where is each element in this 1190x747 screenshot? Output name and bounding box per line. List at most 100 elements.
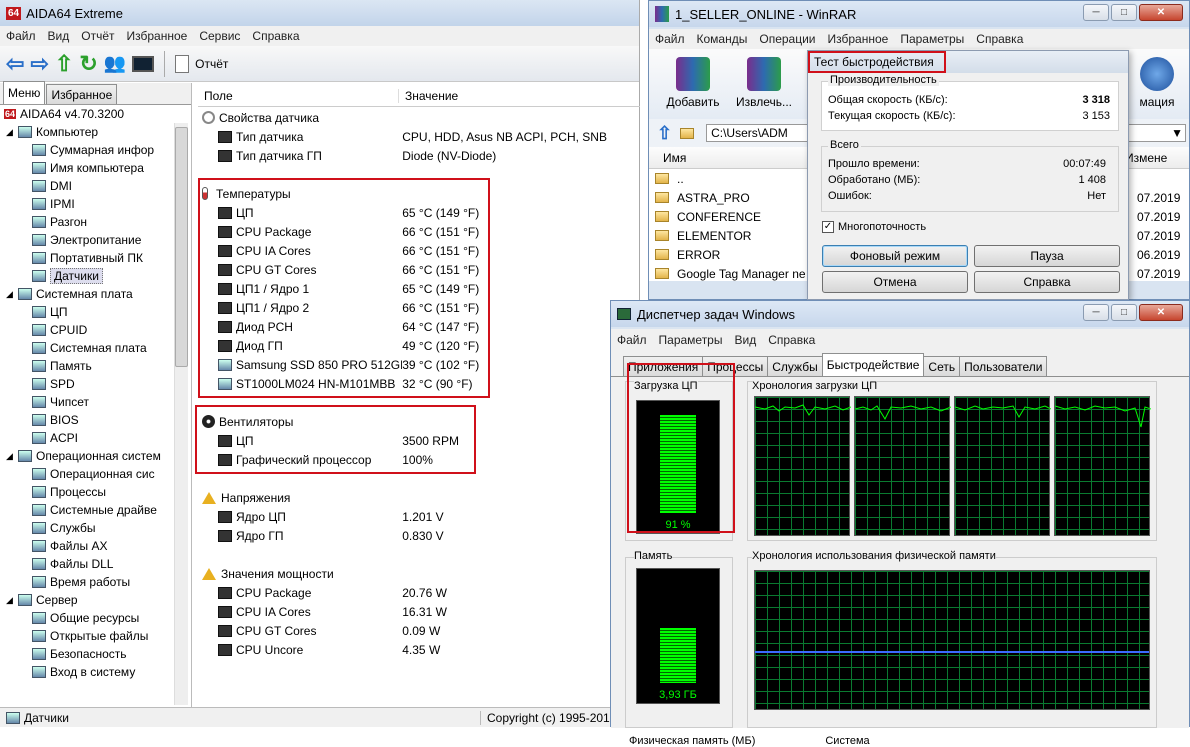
monitor-icon[interactable]	[132, 55, 155, 72]
tree-node[interactable]: ACPI	[0, 429, 172, 447]
tab-favorites[interactable]: Избранное	[46, 84, 118, 104]
menu-item-3[interactable]: Избранное	[127, 29, 188, 43]
report-button[interactable]: Отчёт	[195, 57, 228, 71]
maximize-button[interactable]: □	[1111, 4, 1137, 21]
tree-node[interactable]: Портативный ПК	[0, 249, 172, 267]
menu-item-0[interactable]: Файл	[6, 29, 36, 43]
collapse-icon[interactable]: ◢	[6, 127, 14, 138]
checkbox-checked-icon[interactable]: ✓	[822, 221, 834, 233]
report-icon[interactable]	[175, 54, 190, 73]
header-field[interactable]: Поле	[198, 89, 398, 103]
tm-tab-2[interactable]: Службы	[767, 356, 823, 376]
tree-node[interactable]: Чипсет	[0, 393, 172, 411]
scroll-thumb[interactable]	[175, 127, 188, 367]
refresh-icon[interactable]: ↻	[79, 51, 97, 77]
tm-tab-4[interactable]: Сеть	[923, 356, 961, 376]
tree-node[interactable]: Суммарная инфор	[0, 141, 172, 159]
section-header[interactable]: Свойства датчика	[202, 108, 640, 127]
tree-node[interactable]: Имя компьютера	[0, 159, 172, 177]
section-header[interactable]: Значения мощности	[202, 564, 640, 583]
tree-node[interactable]: DMI	[0, 177, 172, 195]
minimize-button[interactable]: ─	[1083, 4, 1109, 21]
tm-tab-5[interactable]: Пользователи	[959, 356, 1048, 376]
sensor-row[interactable]: CPU GT Cores 0.09 W	[202, 621, 640, 640]
tm-minimize-button[interactable]: ─	[1083, 304, 1109, 321]
menu-item-0[interactable]: Файл	[617, 333, 647, 347]
tree-node[interactable]: Файлы DLL	[0, 555, 172, 573]
sensor-row[interactable]: Ядро ГП 0.830 V	[202, 526, 640, 545]
menu-item-2[interactable]: Операции	[759, 32, 815, 46]
tree-node[interactable]: Электропитание	[0, 231, 172, 249]
tree-node[interactable]: Датчики	[0, 267, 172, 285]
collapse-icon[interactable]: ◢	[6, 289, 14, 300]
tree-node[interactable]: Процессы	[0, 483, 172, 501]
tree-node[interactable]: Общие ресурсы	[0, 609, 172, 627]
tree-node[interactable]: IPMI	[0, 195, 172, 213]
tm-close-button[interactable]: ✕	[1139, 304, 1183, 321]
menu-item-3[interactable]: Избранное	[828, 32, 889, 46]
menu-item-0[interactable]: Файл	[655, 32, 685, 46]
tree-node[interactable]: ◢ Системная плата	[0, 285, 172, 303]
tree-node[interactable]: ЦП	[0, 303, 172, 321]
tree-node[interactable]: Открытые файлы	[0, 627, 172, 645]
tree-scrollbar[interactable]	[174, 123, 188, 705]
tree-node[interactable]: Файлы AX	[0, 537, 172, 555]
cancel-button[interactable]: Отмена	[822, 271, 968, 293]
menu-item-2[interactable]: Вид	[734, 333, 756, 347]
up-folder-icon[interactable]: ⇧	[657, 123, 672, 144]
extract-button[interactable]: Извлечь...	[731, 57, 797, 109]
menu-item-1[interactable]: Команды	[697, 32, 748, 46]
help-button[interactable]: Справка	[974, 271, 1120, 293]
forward-arrow-icon[interactable]: ⇨	[30, 51, 48, 77]
users-icon[interactable]: 👥	[104, 53, 126, 74]
tm-maximize-button[interactable]: □	[1111, 304, 1137, 321]
tree-node[interactable]: ◢ Сервер	[0, 591, 172, 609]
tree-node-label: Операционная сис	[50, 467, 155, 481]
menu-item-2[interactable]: Отчёт	[81, 29, 114, 43]
tree-node[interactable]: Службы	[0, 519, 172, 537]
info-button[interactable]: мация	[1129, 57, 1185, 109]
version-node[interactable]: 64 AIDA64 v4.70.3200	[0, 105, 191, 123]
tree-node[interactable]: SPD	[0, 375, 172, 393]
back-arrow-icon[interactable]: ⇦	[6, 51, 24, 77]
tm-tab-3[interactable]: Быстродействие	[821, 353, 925, 376]
tree-node[interactable]: Безопасность	[0, 645, 172, 663]
menu-item-5[interactable]: Справка	[252, 29, 299, 43]
section-header[interactable]: Напряжения	[202, 488, 640, 507]
menu-item-4[interactable]: Параметры	[900, 32, 964, 46]
menu-item-3[interactable]: Справка	[768, 333, 815, 347]
header-value[interactable]: Значение	[398, 88, 458, 103]
sensor-row[interactable]: Тип датчика CPU, HDD, Asus NB ACPI, PCH, …	[202, 127, 640, 146]
tree-node[interactable]: CPUID	[0, 321, 172, 339]
add-button[interactable]: Добавить	[663, 57, 723, 109]
menu-item-1[interactable]: Вид	[48, 29, 70, 43]
physical-memory-label: Физическая память (МБ)	[629, 735, 756, 747]
up-arrow-icon[interactable]: ⇧	[55, 51, 73, 77]
tab-menu[interactable]: Меню	[3, 81, 46, 104]
tree-node[interactable]: Операционная сис	[0, 465, 172, 483]
tree-node[interactable]: BIOS	[0, 411, 172, 429]
collapse-icon[interactable]: ◢	[6, 451, 14, 462]
pause-button[interactable]: Пауза	[974, 245, 1120, 267]
tree-node[interactable]: Память	[0, 357, 172, 375]
tree-node[interactable]: ◢ Компьютер	[0, 123, 172, 141]
background-button[interactable]: Фоновый режим	[822, 245, 968, 267]
collapse-icon[interactable]: ◢	[6, 595, 14, 606]
multithread-checkbox[interactable]: ✓ Многопоточность	[822, 221, 926, 233]
tree-node[interactable]: Разгон	[0, 213, 172, 231]
close-button[interactable]: ✕	[1139, 4, 1183, 21]
sensor-row[interactable]: CPU IA Cores 16.31 W	[202, 602, 640, 621]
sensor-row[interactable]: CPU Uncore 4.35 W	[202, 640, 640, 659]
menu-item-4[interactable]: Сервис	[199, 29, 240, 43]
tree-node[interactable]: Время работы	[0, 573, 172, 591]
sensor-row[interactable]: Ядро ЦП 1.201 V	[202, 507, 640, 526]
menu-item-1[interactable]: Параметры	[659, 333, 723, 347]
tree-node[interactable]: Системные драйве	[0, 501, 172, 519]
tree-node[interactable]: Вход в систему	[0, 663, 172, 681]
tree-node[interactable]: Системная плата	[0, 339, 172, 357]
path-dropdown-icon[interactable]: ▼	[1171, 126, 1183, 140]
sensor-row[interactable]: Тип датчика ГП Diode (NV-Diode)	[202, 146, 640, 165]
sensor-row[interactable]: CPU Package 20.76 W	[202, 583, 640, 602]
menu-item-5[interactable]: Справка	[976, 32, 1023, 46]
tree-node[interactable]: ◢ Операционная систем	[0, 447, 172, 465]
